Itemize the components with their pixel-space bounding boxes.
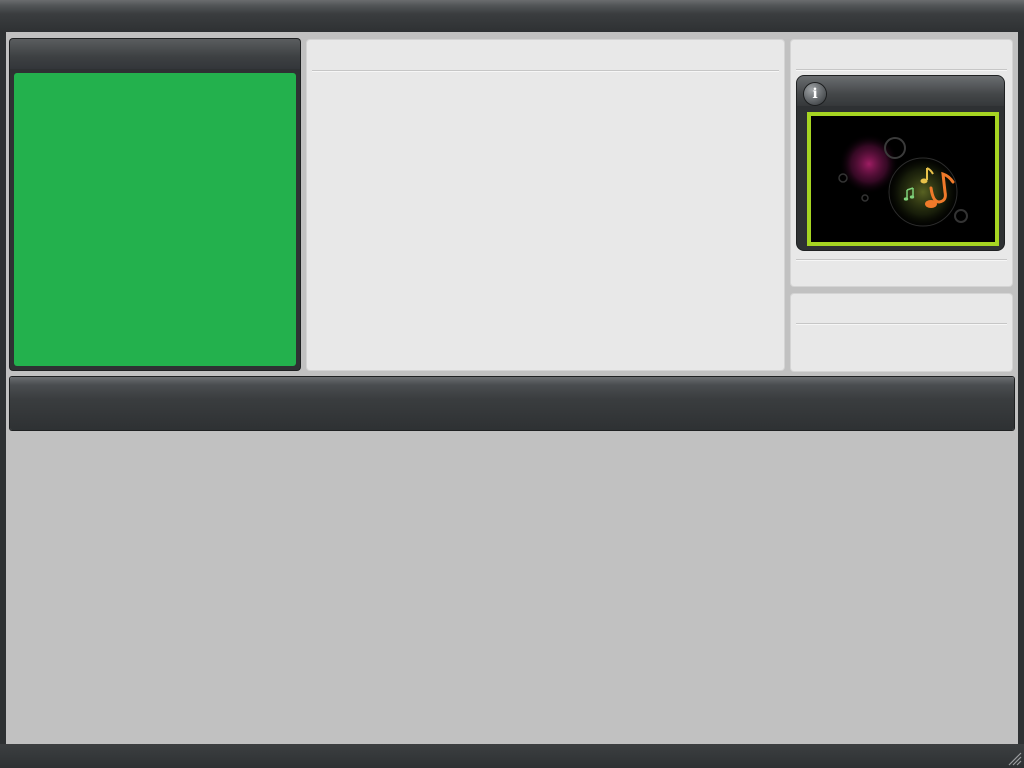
secondary-sidebar-panel xyxy=(791,294,1012,371)
title-bar xyxy=(0,0,1024,32)
info-icon[interactable]: i xyxy=(804,83,826,105)
content-panel xyxy=(307,40,784,370)
resize-grip-icon[interactable] xyxy=(1006,750,1022,766)
video-panel-header xyxy=(10,39,300,69)
info-box: i xyxy=(797,76,1004,250)
info-sidebar-divider-bottom xyxy=(796,259,1007,260)
secondary-sidebar-divider xyxy=(796,323,1007,324)
info-sidebar-panel: i xyxy=(791,40,1012,286)
control-bar xyxy=(10,377,1014,430)
video-panel xyxy=(10,39,300,370)
music-notes-icon xyxy=(811,116,995,242)
info-box-header: i xyxy=(797,76,1004,106)
main-frame: i xyxy=(6,32,1018,744)
info-sidebar-divider-top xyxy=(796,69,1007,70)
music-thumbnail[interactable] xyxy=(807,112,999,246)
status-bar xyxy=(0,744,1024,768)
content-panel-divider xyxy=(312,70,779,71)
video-display[interactable] xyxy=(14,73,296,366)
